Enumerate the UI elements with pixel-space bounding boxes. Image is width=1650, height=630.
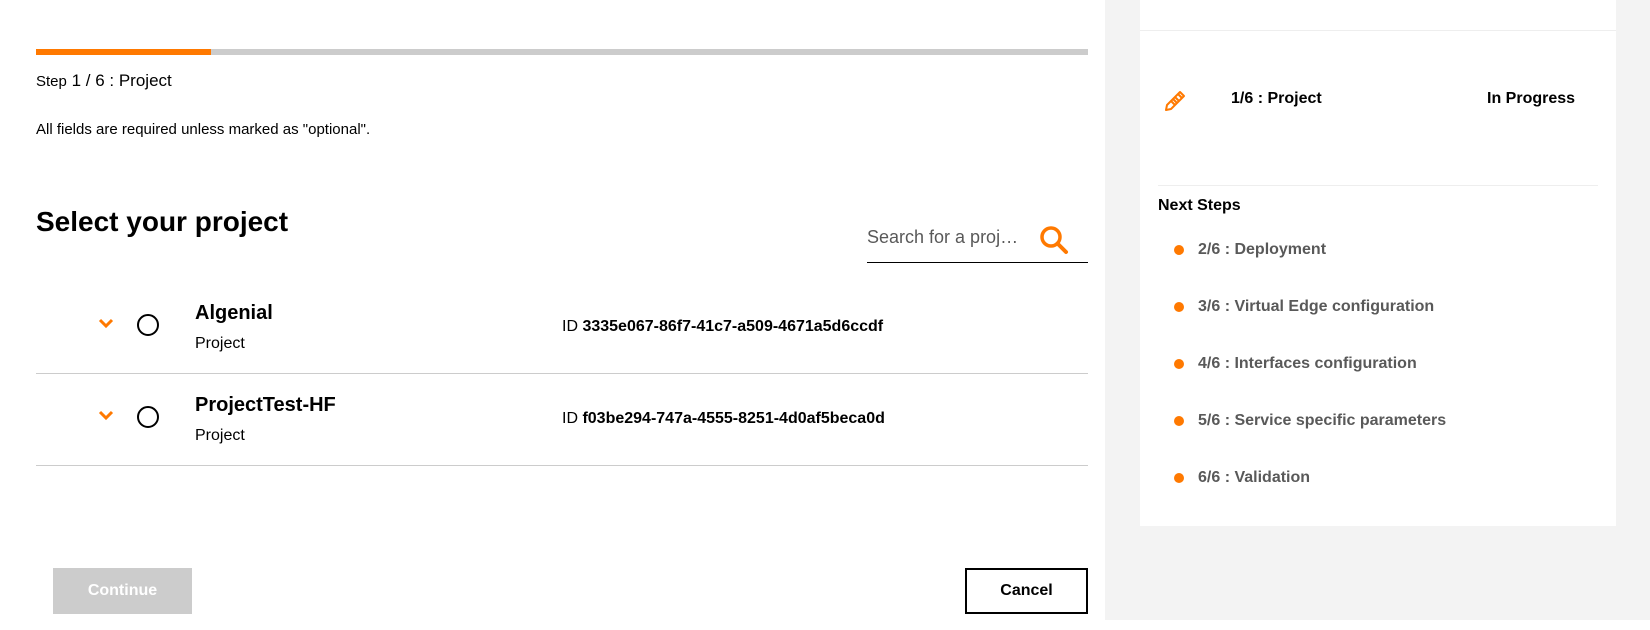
project-row[interactable]: Algenial Project ID 3335e067-86f7-41c7-a… (36, 282, 1088, 374)
project-radio[interactable] (137, 406, 159, 428)
search-input[interactable] (867, 222, 1027, 252)
next-step-item: 3/6 : Virtual Edge configuration (1174, 297, 1446, 354)
next-step-item: 2/6 : Deployment (1174, 240, 1446, 297)
project-id-value: 3335e067-86f7-41c7-a509-4671a5d6ccdf (582, 318, 884, 335)
required-fields-note: All fields are required unless marked as… (36, 121, 371, 138)
next-step-label: 5/6 : Service specific parameters (1198, 412, 1447, 429)
current-step-status: In Progress (1487, 90, 1576, 107)
next-steps-title: Next Steps (1158, 197, 1241, 214)
bullet-dot-icon (1174, 473, 1184, 483)
chevron-down-icon[interactable] (98, 318, 114, 330)
search-icon[interactable] (1038, 224, 1070, 256)
divider (1158, 185, 1598, 186)
next-step-item: 5/6 : Service specific parameters (1174, 411, 1446, 468)
chevron-down-icon[interactable] (98, 410, 114, 422)
project-type: Project (195, 427, 245, 444)
cancel-button[interactable]: Cancel (965, 568, 1088, 614)
next-step-label: 2/6 : Deployment (1198, 241, 1327, 258)
project-name: Algenial (195, 302, 273, 324)
progress-bar (36, 49, 1088, 55)
search-box (867, 218, 1088, 263)
project-id: ID 3335e067-86f7-41c7-a509-4671a5d6ccdf (562, 318, 883, 336)
next-step-item: 6/6 : Validation (1174, 468, 1446, 525)
current-step-label: 1/6 : Project (1231, 90, 1322, 107)
next-step-item: 4/6 : Interfaces configuration (1174, 354, 1446, 411)
divider (1140, 30, 1616, 31)
step-text: 1 / 6 : Project (71, 71, 172, 90)
project-name: ProjectTest-HF (195, 394, 336, 416)
step-prefix: Step (36, 73, 67, 90)
progress-bar-fill (36, 49, 212, 55)
bullet-dot-icon (1174, 245, 1184, 255)
step-indicator: Step 1 / 6 : Project (36, 71, 172, 91)
project-id-label: ID (562, 318, 578, 335)
next-steps-list: 2/6 : Deployment 3/6 : Virtual Edge conf… (1174, 240, 1446, 525)
pencil-icon (1165, 91, 1185, 111)
page-title: Select your project (36, 206, 289, 237)
steps-panel: 1/6 : Project In Progress Next Steps 2/6… (1140, 0, 1616, 526)
project-type: Project (195, 335, 245, 352)
project-id-label: ID (562, 410, 578, 427)
next-step-label: 4/6 : Interfaces configuration (1198, 355, 1417, 372)
bullet-dot-icon (1174, 359, 1184, 369)
project-radio[interactable] (137, 314, 159, 336)
next-step-label: 6/6 : Validation (1198, 469, 1311, 486)
next-step-label: 3/6 : Virtual Edge configuration (1198, 298, 1435, 315)
continue-button[interactable]: Continue (53, 568, 192, 614)
project-id: ID f03be294-747a-4555-8251-4d0af5beca0d (562, 410, 885, 428)
bullet-dot-icon (1174, 302, 1184, 312)
current-step: 1/6 : Project In Progress (1162, 84, 1602, 114)
bullet-dot-icon (1174, 416, 1184, 426)
main-content: Step 1 / 6 : Project All fields are requ… (0, 0, 1105, 630)
project-id-value: f03be294-747a-4555-8251-4d0af5beca0d (582, 410, 885, 427)
project-row[interactable]: ProjectTest-HF Project ID f03be294-747a-… (36, 374, 1088, 466)
